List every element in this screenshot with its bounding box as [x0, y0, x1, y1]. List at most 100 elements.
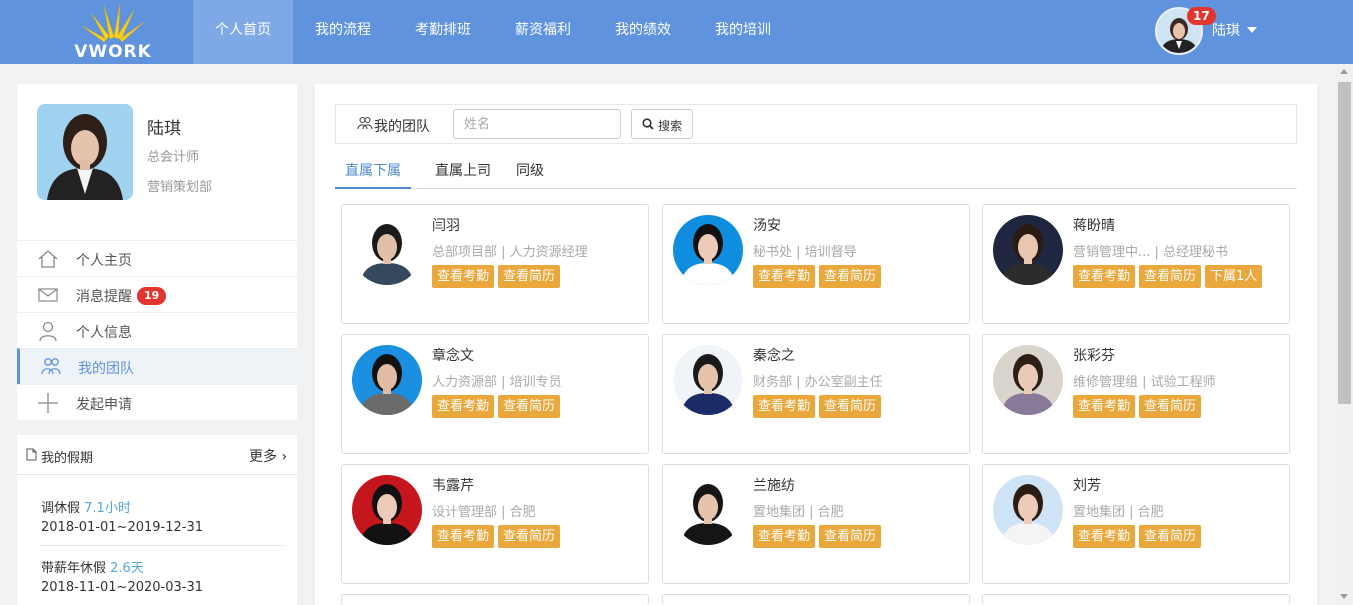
team-tabs: 直属下属 直属上司 同级: [335, 156, 1297, 189]
holiday-balance: 7.1小时: [84, 501, 131, 516]
page-scrollbar[interactable]: [1336, 64, 1353, 605]
view-resume-button[interactable]: 查看简历: [498, 525, 561, 548]
view-resume-button[interactable]: 查看简历: [819, 525, 882, 548]
member-name: 张彩芬: [1073, 348, 1115, 364]
team-member-card: [982, 594, 1290, 605]
member-name: 秦念之: [753, 348, 795, 364]
member-actions: 查看考勤 查看简历 下属1人: [1073, 265, 1263, 288]
view-resume-button[interactable]: 查看简历: [1139, 265, 1202, 288]
view-resume-button[interactable]: 查看简历: [819, 395, 882, 418]
menu-item-home[interactable]: 个人主页: [17, 240, 297, 276]
scrollbar-thumb[interactable]: [1338, 82, 1351, 404]
holiday-balance: 2.6天: [110, 561, 144, 576]
menu-item-personal-info[interactable]: 个人信息: [17, 312, 297, 348]
view-attendance-button[interactable]: 查看考勤: [1073, 395, 1136, 418]
team-member-card: 兰施纺置地集团 | 合肥查看考勤 查看简历: [662, 464, 970, 584]
holiday-item: 调休假 7.1小时 2018-01-01~2019-12-31: [41, 497, 283, 535]
member-actions: 查看考勤 查看简历: [1073, 395, 1202, 418]
team-member-card: 章念文 人力资源部 | 培训专员 查看考勤 查看简历: [341, 334, 649, 454]
view-resume-button[interactable]: 查看简历: [498, 265, 561, 288]
nav-attendance[interactable]: 考勤排班: [393, 0, 493, 64]
view-attendance-button[interactable]: 查看考勤: [1073, 525, 1136, 548]
divider: [41, 545, 283, 546]
holiday-more-link[interactable]: 更多 ›: [249, 446, 287, 466]
member-avatar: [352, 345, 422, 415]
member-actions: 查看考勤 查看简历: [753, 525, 882, 548]
plus-icon: [38, 393, 58, 413]
message-count-badge: 19: [137, 287, 167, 305]
search-button[interactable]: 搜索: [631, 109, 693, 139]
tab-peers[interactable]: 同级: [505, 160, 555, 189]
profile-title: 总会计师: [147, 150, 200, 165]
holiday-range: 2018-01-01~2019-12-31: [41, 520, 203, 535]
member-name: 汤安: [753, 218, 781, 234]
member-department: 置地集团 | 合肥: [753, 505, 844, 520]
team-member-card: 张彩芬 维修管理组 | 试验工程师 查看考勤 查看简历: [982, 334, 1290, 454]
member-avatar: [352, 215, 422, 285]
member-actions: 查看考勤 查看简历: [432, 265, 561, 288]
view-resume-button[interactable]: 查看简历: [1139, 395, 1202, 418]
member-name: 韦露芹: [432, 478, 474, 494]
main-nav: 个人首页 我的流程 考勤排班 薪资福利 我的绩效 我的培训: [193, 0, 793, 64]
member-department: 总部项目部 | 人力资源经理: [432, 245, 588, 260]
view-resume-button[interactable]: 查看简历: [819, 265, 882, 288]
view-attendance-button[interactable]: 查看考勤: [753, 395, 816, 418]
menu-item-my-team[interactable]: 我的团队: [17, 348, 297, 384]
sun-logo-icon: [81, 4, 145, 43]
scroll-down-icon[interactable]: [1340, 594, 1348, 599]
view-attendance-button[interactable]: 查看考勤: [1073, 265, 1136, 288]
view-resume-button[interactable]: 查看简历: [498, 395, 561, 418]
nav-my-process[interactable]: 我的流程: [293, 0, 393, 64]
user-menu[interactable]: 17 陆琪: [1155, 7, 1265, 57]
view-attendance-button[interactable]: 查看考勤: [432, 395, 495, 418]
team-icon: [357, 116, 373, 130]
name-search-input[interactable]: [453, 109, 621, 139]
team-member-card: 刘芳 置地集团 | 合肥 查看考勤 查看简历: [982, 464, 1290, 584]
view-attendance-button[interactable]: 查看考勤: [753, 265, 816, 288]
menu-item-messages[interactable]: 消息提醒 19: [17, 276, 297, 312]
member-avatar: [352, 475, 422, 545]
member-name: 刘芳: [1073, 478, 1101, 494]
nav-home[interactable]: 个人首页: [193, 0, 293, 64]
member-actions: 查看考勤 查看简历: [432, 525, 561, 548]
team-search-bar: 我的团队 搜索: [335, 104, 1297, 144]
home-icon: [38, 250, 58, 268]
scroll-up-icon[interactable]: [1340, 69, 1348, 74]
user-name[interactable]: 陆琪: [1212, 20, 1240, 40]
tab-direct-reports[interactable]: 直属下属: [335, 160, 411, 189]
holiday-item: 带薪年休假 2.6天 2018-11-01~2020-03-31: [41, 557, 283, 595]
holiday-name: 调休假: [41, 501, 81, 516]
menu-label: 消息提醒: [76, 289, 132, 305]
view-resume-button[interactable]: 查看简历: [1139, 525, 1202, 548]
tab-direct-superior[interactable]: 直属上司: [425, 160, 501, 189]
menu-label: 我的团队: [78, 361, 134, 377]
logo-text: VWORK: [74, 42, 152, 62]
member-name: 闫羽: [432, 218, 460, 234]
member-actions: 查看考勤 查看简历: [753, 395, 882, 418]
member-avatar: [993, 215, 1063, 285]
holiday-range: 2018-11-01~2020-03-31: [41, 580, 203, 595]
view-attendance-button[interactable]: 查看考勤: [432, 265, 495, 288]
member-name: 兰施纺: [753, 478, 795, 494]
nav-training[interactable]: 我的培训: [693, 0, 793, 64]
side-menu: 个人主页 消息提醒 19 个人信息 我的团队 发起申请: [17, 240, 297, 420]
member-name: 蒋盼晴: [1073, 218, 1115, 234]
team-member-card: [662, 594, 970, 605]
vwork-logo[interactable]: VWORK: [70, 4, 156, 62]
nav-salary[interactable]: 薪资福利: [493, 0, 593, 64]
team-member-card: 蒋盼晴 营销管理中... | 总经理秘书 查看考勤 查看简历 下属1人: [982, 204, 1290, 324]
team-member-card: 闫羽总部项目部 | 人力资源经理查看考勤 查看简历: [341, 204, 649, 324]
member-avatar: [993, 345, 1063, 415]
view-attendance-button[interactable]: 查看考勤: [753, 525, 816, 548]
member-actions: 查看考勤 查看简历: [1073, 525, 1202, 548]
team-member-card: 韦露芹 设计管理部 | 合肥 查看考勤 查看简历: [341, 464, 649, 584]
menu-item-new-request[interactable]: 发起申请: [17, 384, 297, 420]
member-avatar: [993, 475, 1063, 545]
user-icon: [39, 321, 57, 342]
caret-down-icon[interactable]: [1247, 27, 1257, 33]
holiday-name-row: 带薪年休假 2.6天: [41, 557, 283, 576]
subordinates-button[interactable]: 下属1人: [1205, 265, 1263, 288]
member-actions: 查看考勤 查看简历: [753, 265, 882, 288]
nav-performance[interactable]: 我的绩效: [593, 0, 693, 64]
view-attendance-button[interactable]: 查看考勤: [432, 525, 495, 548]
